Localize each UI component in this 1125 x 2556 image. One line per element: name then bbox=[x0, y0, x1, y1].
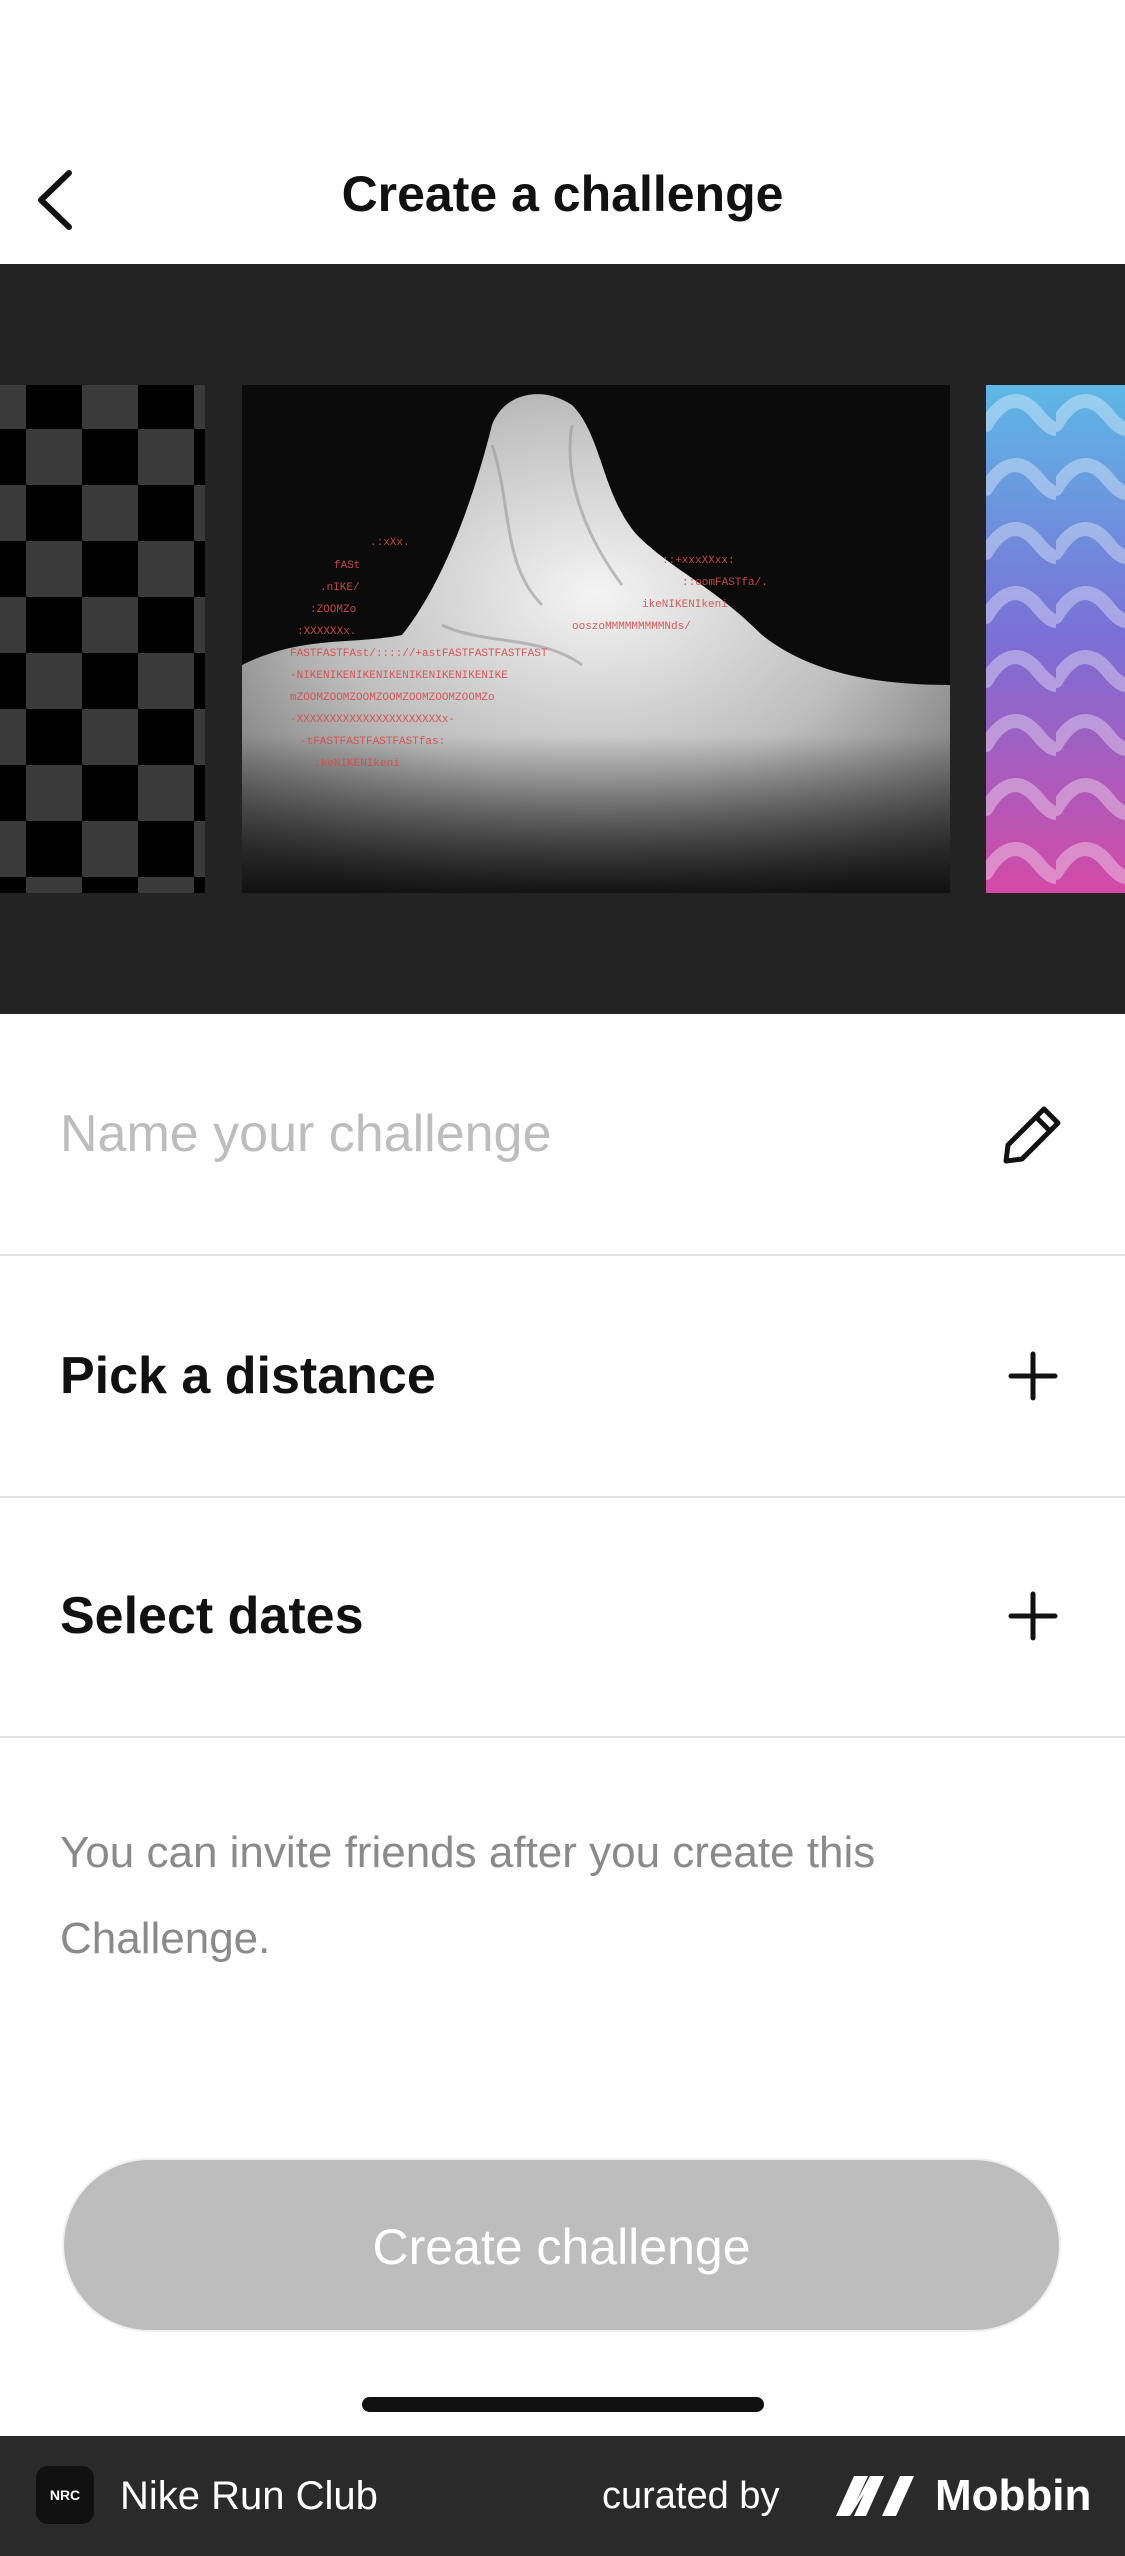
plus-icon bbox=[1008, 1351, 1058, 1401]
pick-distance-row[interactable]: Pick a distance bbox=[0, 1256, 1125, 1498]
carousel-card-checkerboard[interactable] bbox=[0, 385, 205, 893]
challenge-name-input[interactable]: Name your challenge bbox=[60, 1014, 551, 1254]
svg-text:fASt: fASt bbox=[334, 560, 360, 572]
home-indicator[interactable] bbox=[362, 2397, 764, 2412]
svg-text:::oomFASTfa/.: ::oomFASTfa/. bbox=[682, 577, 768, 589]
select-dates-label: Select dates bbox=[60, 1587, 364, 1645]
add-distance-button[interactable] bbox=[993, 1336, 1073, 1416]
navigation-bar: Create a challenge bbox=[0, 0, 1125, 264]
mobbin-logo-icon bbox=[836, 2476, 914, 2516]
create-challenge-button[interactable]: Create challenge bbox=[62, 2158, 1061, 2332]
svg-text:.nIKE/: .nIKE/ bbox=[320, 582, 360, 594]
svg-text:-tFASTFASTFASTFASTfas:: -tFASTFASTFASTFASTfas: bbox=[300, 736, 445, 748]
svg-text:ooszoMMMMMMMMMNds/: ooszoMMMMMMMMMNds/ bbox=[572, 621, 691, 633]
svg-text:-NIKENIKENIKENIKENIKENIKENIKEN: -NIKENIKENIKENIKENIKENIKENIKENIKE bbox=[290, 670, 508, 682]
svg-text:ikeNIKENIkeni: ikeNIKENIkeni bbox=[642, 599, 728, 611]
plus-icon bbox=[1008, 1591, 1058, 1641]
add-dates-button[interactable] bbox=[993, 1576, 1073, 1656]
svg-text:FASTFASTFAst/:::://+astFASTFAS: FASTFASTFAst/:::://+astFASTFASTFASTFAST bbox=[290, 648, 548, 660]
select-dates-row[interactable]: Select dates bbox=[0, 1496, 1125, 1738]
svg-text::ZOOMZo: :ZOOMZo bbox=[310, 604, 356, 616]
attribution-footer: NRC Nike Run Club curated by Mobbin bbox=[0, 2436, 1125, 2556]
mobbin-brand-name: Mobbin bbox=[935, 2471, 1092, 2520]
svg-text:.:xXx.: .:xXx. bbox=[370, 537, 410, 549]
app-icon-label: NRC bbox=[49, 2487, 81, 2503]
svg-text::keNIKENIkeni: :keNIKENIkeni bbox=[314, 758, 400, 770]
svg-text::XXXXXXx.: :XXXXXXx. bbox=[297, 626, 356, 638]
page-title: Create a challenge bbox=[341, 166, 784, 222]
svg-text:mZOOMZOOMZOOMZOOMZOOMZOOMZOOMZ: mZOOMZOOMZOOMZOOMZOOMZOOMZOOMZo bbox=[290, 692, 495, 704]
background-carousel[interactable]: .:xXx. fASt .nIKE/ :ZOOMZo :XXXXXXx. FAS… bbox=[0, 264, 1125, 1014]
app-icon: NRC bbox=[36, 2466, 94, 2524]
app-name: Nike Run Club bbox=[120, 2474, 378, 2518]
invite-info-text: You can invite friends after you create … bbox=[60, 1828, 876, 1963]
wave-pattern bbox=[986, 385, 1125, 893]
edit-name-button[interactable] bbox=[993, 1094, 1073, 1174]
checkerboard-pattern bbox=[0, 385, 205, 893]
mountain-ascii-art: .:xXx. fASt .nIKE/ :ZOOMZo :XXXXXXx. FAS… bbox=[242, 385, 950, 893]
pick-distance-label: Pick a distance bbox=[60, 1347, 436, 1405]
challenge-name-field[interactable]: Name your challenge bbox=[0, 1014, 1125, 1256]
svg-text:::+xxxXXxx:: ::+xxxXXxx: bbox=[662, 555, 735, 567]
svg-text:-XXXXXXXXXXXXXXXXXXXXXXx-: -XXXXXXXXXXXXXXXXXXXXXXx- bbox=[290, 714, 455, 726]
carousel-card-mountain[interactable]: .:xXx. fASt .nIKE/ :ZOOMZo :XXXXXXx. FAS… bbox=[242, 385, 950, 893]
pencil-icon bbox=[1003, 1106, 1061, 1164]
curated-by-label: curated by bbox=[602, 2475, 780, 2517]
carousel-card-waves[interactable] bbox=[986, 385, 1125, 893]
